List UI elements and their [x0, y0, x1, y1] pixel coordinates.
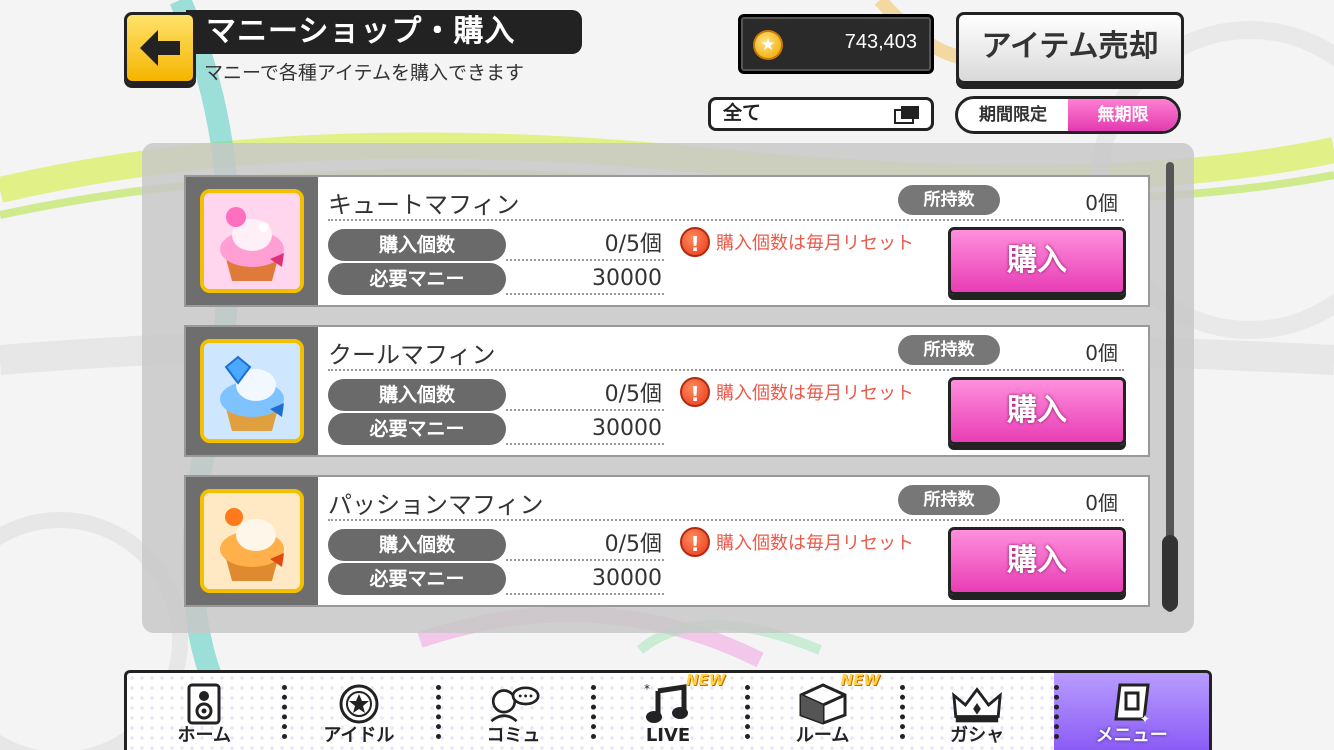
purchase-count-value: 0/5個 [506, 229, 664, 261]
divider [328, 219, 1124, 221]
notice-text: 購入個数は毎月リセット [716, 533, 914, 554]
nav-menu[interactable]: ✦ メニュー [1054, 673, 1209, 750]
money-value: 743,403 [844, 31, 917, 53]
chat-person-icon [486, 682, 540, 726]
cool-muffin-icon [200, 339, 304, 443]
item-name: キュートマフィン [328, 191, 520, 219]
owned-label: 所持数 [898, 485, 1000, 515]
passion-muffin-icon [200, 489, 304, 593]
nav-live[interactable]: NEW * LIVE [590, 671, 746, 750]
owned-label: 所持数 [898, 335, 1000, 365]
purchase-count-label: 購入個数 [328, 229, 506, 261]
cute-muffin-icon [200, 189, 304, 293]
item-thumb-frame [186, 327, 318, 455]
star-medal-icon [332, 682, 386, 726]
monthly-reset-notice: ! 購入個数は毎月リセット [680, 527, 914, 557]
arrow-left-icon [140, 30, 180, 66]
new-badge: NEW [685, 671, 726, 689]
period-option-limited[interactable]: 期間限定 [958, 99, 1068, 131]
nav-home[interactable]: ホーム [127, 673, 282, 750]
nav-gacha[interactable]: ガシャ [899, 673, 1055, 750]
nav-idol[interactable]: アイドル [281, 673, 437, 750]
page-title: マニーショップ・購入 [186, 10, 582, 54]
notice-text: 購入個数は毎月リセット [716, 383, 914, 404]
nav-label: メニュー [1095, 725, 1168, 746]
nav-label: LIVE [645, 725, 691, 746]
category-filter-select[interactable]: 全て [708, 97, 934, 131]
required-money-label: 必要マニー [328, 413, 506, 445]
shop-item-card: クールマフィン 所持数 0個 購入個数 0/5個 必要マニー 30000 ! 購… [184, 325, 1150, 457]
owned-value: 0個 [1085, 341, 1118, 365]
buy-button[interactable]: 購入 [948, 527, 1126, 595]
shop-item-card: キュートマフィン 所持数 0個 購入個数 0/5個 必要マニー 30000 ! … [184, 175, 1150, 307]
svg-text:✦: ✦ [1140, 712, 1150, 725]
purchase-count-label: 購入個数 [328, 379, 506, 411]
monthly-reset-notice: ! 購入個数は毎月リセット [680, 227, 914, 257]
purchase-count-label: 購入個数 [328, 529, 506, 561]
new-badge: NEW [840, 671, 880, 689]
buy-button[interactable]: 購入 [948, 227, 1126, 295]
purchase-count-value: 0/5個 [506, 529, 664, 561]
speaker-icon [177, 682, 231, 726]
shop-item-card: パッションマフィン 所持数 0個 購入個数 0/5個 必要マニー 30000 !… [184, 475, 1150, 607]
svg-text:*: * [644, 683, 650, 696]
nav-commu[interactable]: コミュ [436, 673, 591, 750]
warning-icon: ! [680, 527, 710, 557]
filter-value: 全て [723, 102, 762, 124]
money-display: ★ 743,403 [738, 14, 934, 74]
nav-label: ルーム [795, 725, 850, 746]
nav-label: ホーム [177, 725, 232, 746]
nav-label: コミュ [486, 725, 541, 746]
period-toggle[interactable]: 期間限定 無期限 [955, 96, 1181, 134]
crown-icon [950, 682, 1004, 726]
required-money-value: 30000 [506, 413, 664, 445]
sell-items-button[interactable]: アイテム売却 [956, 12, 1184, 84]
item-thumb-frame [186, 177, 318, 305]
required-money-value: 30000 [506, 563, 664, 595]
coin-icon: ★ [753, 30, 783, 60]
bottom-nav-bar: ホーム アイドル コミュ NEW * LIVE NEW ルーム ガシャ ✦ メニ… [124, 670, 1212, 750]
nav-room[interactable]: NEW ルーム [745, 673, 900, 750]
monthly-reset-notice: ! 購入個数は毎月リセット [680, 377, 914, 407]
required-money-label: 必要マニー [328, 263, 506, 295]
page-subtitle: マニーで各種アイテムを購入できます [204, 62, 524, 84]
menu-card-icon: ✦ [1105, 682, 1159, 726]
required-money-value: 30000 [506, 263, 664, 295]
scrollbar-thumb[interactable] [1162, 535, 1178, 611]
window-stack-icon [894, 106, 919, 124]
period-option-unlimited[interactable]: 無期限 [1068, 99, 1178, 131]
nav-label: ガシャ [950, 725, 1005, 746]
back-button[interactable] [124, 12, 196, 84]
divider [328, 519, 1124, 521]
purchase-count-value: 0/5個 [506, 379, 664, 411]
item-thumb-frame [186, 477, 318, 605]
warning-icon: ! [680, 227, 710, 257]
item-name: クールマフィン [328, 341, 496, 369]
owned-value: 0個 [1085, 191, 1118, 215]
owned-label: 所持数 [898, 185, 1000, 215]
required-money-label: 必要マニー [328, 563, 506, 595]
item-name: パッションマフィン [328, 491, 544, 519]
nav-label: アイドル [323, 725, 395, 746]
warning-icon: ! [680, 377, 710, 407]
notice-text: 購入個数は毎月リセット [716, 233, 914, 254]
divider [328, 369, 1124, 371]
owned-value: 0個 [1085, 491, 1118, 515]
buy-button[interactable]: 購入 [948, 377, 1126, 445]
